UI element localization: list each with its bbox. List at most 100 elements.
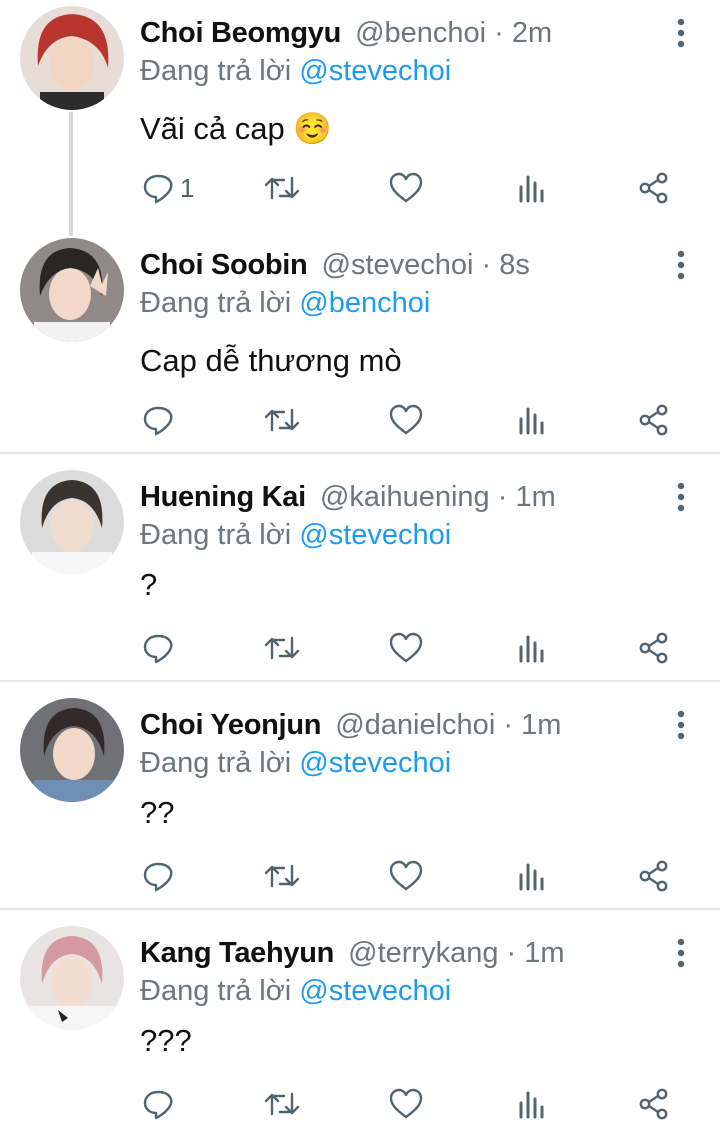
- reply-mention[interactable]: @stevechoi: [299, 55, 451, 87]
- share-icon: [639, 172, 668, 204]
- analytics-button[interactable]: [518, 400, 546, 440]
- like-button[interactable]: [389, 168, 423, 208]
- share-button[interactable]: [638, 400, 670, 440]
- timestamp[interactable]: 1m: [515, 481, 555, 513]
- retweet-button[interactable]: [264, 400, 300, 440]
- retweet-button[interactable]: [264, 1084, 300, 1124]
- tweet[interactable]: Choi Beomgyu @benchoi · 2m Đang trả lời …: [0, 0, 720, 236]
- like-button[interactable]: [389, 628, 423, 668]
- reply-button[interactable]: [142, 400, 180, 440]
- avatar-image: [20, 238, 124, 342]
- display-name[interactable]: Kang Taehyun: [140, 937, 334, 969]
- timestamp[interactable]: 2m: [512, 17, 552, 49]
- avatar[interactable]: [20, 6, 124, 110]
- analytics-icon: [519, 1091, 544, 1119]
- action-bar: [0, 1084, 720, 1124]
- reply-button[interactable]: [142, 856, 180, 896]
- separator-dot: ·: [497, 481, 508, 513]
- reply-button[interactable]: [142, 1084, 180, 1124]
- reply-prefix: Đang trả lời: [140, 287, 292, 319]
- tweet-text: ??: [140, 795, 175, 830]
- analytics-button[interactable]: [518, 168, 546, 208]
- avatar-image: [20, 6, 124, 110]
- more-options-icon[interactable]: [676, 250, 686, 280]
- retweet-icon: [264, 408, 300, 432]
- retweet-button[interactable]: [264, 628, 300, 668]
- tweet-text: ?: [140, 567, 158, 602]
- timestamp[interactable]: 1m: [521, 709, 561, 741]
- reply-count: 1: [180, 172, 195, 203]
- avatar[interactable]: [20, 698, 124, 802]
- like-button[interactable]: [389, 400, 423, 440]
- tweet[interactable]: Choi Soobin @stevechoi · 8s Đang trả lời…: [0, 232, 720, 452]
- display-name[interactable]: Choi Soobin: [140, 249, 308, 281]
- timestamp[interactable]: 8s: [499, 249, 530, 281]
- more-options-icon[interactable]: [676, 938, 686, 968]
- avatar[interactable]: [20, 470, 124, 574]
- more-options-icon[interactable]: [676, 18, 686, 48]
- display-name[interactable]: Choi Beomgyu: [140, 17, 341, 49]
- user-handle[interactable]: @terrykang: [348, 937, 498, 969]
- tweet[interactable]: Choi Yeonjun @danielchoi · 1m Đang trả l…: [0, 692, 720, 908]
- analytics-icon: [519, 175, 544, 203]
- retweet-icon: [264, 636, 300, 660]
- reply-prefix: Đang trả lời: [140, 747, 292, 779]
- separator-dot: ·: [494, 17, 504, 49]
- tweet-text: Vãi cả cap ☺️: [140, 111, 332, 146]
- reply-mention[interactable]: @stevechoi: [299, 747, 451, 779]
- reply-mention[interactable]: @stevechoi: [299, 975, 451, 1007]
- analytics-icon: [519, 635, 544, 663]
- display-name[interactable]: Choi Yeonjun: [140, 709, 321, 741]
- action-bar: [0, 856, 720, 896]
- divider: [0, 680, 720, 682]
- more-options-icon[interactable]: [676, 482, 686, 512]
- share-button[interactable]: [638, 628, 670, 668]
- reply-prefix: Đang trả lời: [140, 975, 292, 1007]
- like-button[interactable]: [389, 856, 423, 896]
- reply-icon: [143, 174, 173, 204]
- avatar[interactable]: [20, 238, 124, 342]
- timestamp[interactable]: 1m: [524, 937, 564, 969]
- like-icon: [389, 632, 423, 663]
- retweet-icon: [264, 176, 300, 200]
- display-name[interactable]: Huening Kai: [140, 481, 306, 513]
- analytics-button[interactable]: [518, 628, 546, 668]
- tweet-header: Choi Beomgyu @benchoi · 2m: [140, 16, 650, 50]
- like-icon: [389, 1088, 423, 1119]
- reply-button[interactable]: 1: [142, 168, 194, 208]
- user-handle[interactable]: @danielchoi: [335, 709, 495, 741]
- analytics-button[interactable]: [518, 856, 546, 896]
- tweet[interactable]: Huening Kai @kaihuening · 1m Đang trả lờ…: [0, 464, 720, 680]
- retweet-button[interactable]: [264, 856, 300, 896]
- reply-icon: [143, 862, 173, 892]
- retweet-button[interactable]: [264, 168, 300, 208]
- tweet-header: Kang Taehyun @terrykang · 1m: [140, 936, 650, 970]
- reply-context: Đang trả lời @stevechoi: [140, 518, 451, 552]
- separator-dot: ·: [503, 709, 513, 741]
- share-button[interactable]: [638, 1084, 670, 1124]
- reply-prefix: Đang trả lời: [140, 519, 292, 551]
- more-options-icon[interactable]: [676, 710, 686, 740]
- avatar-image: [20, 470, 124, 574]
- separator-dot: ·: [481, 249, 492, 281]
- avatar[interactable]: [20, 926, 124, 1030]
- share-icon: [639, 1088, 668, 1120]
- divider: [0, 452, 720, 454]
- avatar-image: [20, 926, 124, 1030]
- reply-context: Đang trả lời @stevechoi: [140, 54, 451, 88]
- analytics-button[interactable]: [518, 1084, 546, 1124]
- user-handle[interactable]: @kaihuening: [320, 481, 490, 513]
- tweet-header: Huening Kai @kaihuening · 1m: [140, 480, 650, 514]
- reply-button[interactable]: [142, 628, 180, 668]
- like-icon: [389, 860, 423, 891]
- reply-mention[interactable]: @stevechoi: [299, 519, 451, 551]
- share-button[interactable]: [638, 168, 670, 208]
- action-bar: 1: [0, 168, 720, 208]
- user-handle[interactable]: @stevechoi: [322, 249, 474, 281]
- tweet[interactable]: Kang Taehyun @terrykang · 1m Đang trả lờ…: [0, 920, 720, 1127]
- like-button[interactable]: [389, 1084, 423, 1124]
- tweet-header: Choi Soobin @stevechoi · 8s: [140, 248, 650, 282]
- user-handle[interactable]: @benchoi: [355, 17, 486, 49]
- reply-mention[interactable]: @benchoi: [299, 287, 430, 319]
- share-button[interactable]: [638, 856, 670, 896]
